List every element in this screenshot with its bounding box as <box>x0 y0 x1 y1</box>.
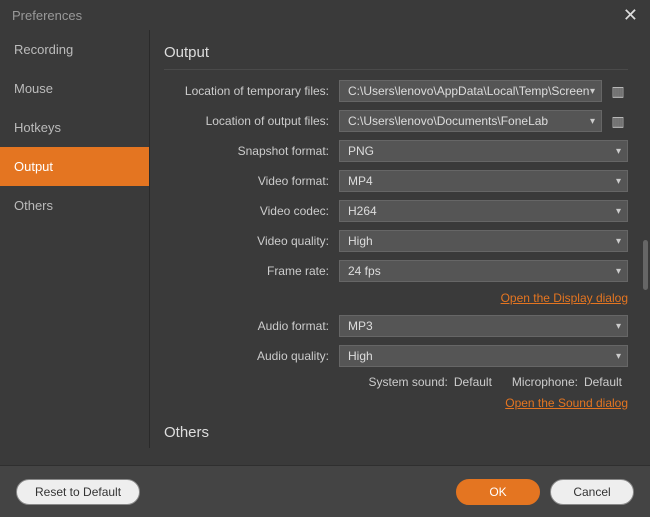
content-pane: Output Location of temporary files: C:\U… <box>150 30 650 448</box>
sidebar-item-recording[interactable]: Recording <box>0 30 149 69</box>
sidebar-item-others[interactable]: Others <box>0 186 149 225</box>
sidebar-item-label: Mouse <box>14 81 53 96</box>
scrollbar[interactable] <box>643 240 648 290</box>
label-audio-format: Audio format: <box>164 319 339 333</box>
sidebar-item-output[interactable]: Output <box>0 147 149 186</box>
sidebar: Recording Mouse Hotkeys Output Others <box>0 30 150 448</box>
snapshot-format-select[interactable]: PNG▾ <box>339 140 628 162</box>
sidebar-item-label: Others <box>14 198 53 213</box>
reset-button[interactable]: Reset to Default <box>16 479 140 505</box>
chevron-down-icon: ▾ <box>616 351 621 362</box>
sidebar-item-label: Output <box>14 159 53 174</box>
open-display-dialog-link[interactable]: Open the Display dialog <box>501 291 628 305</box>
folder-icon[interactable]: ▥ <box>608 112 628 130</box>
sidebar-item-label: Hotkeys <box>14 120 61 135</box>
close-icon[interactable]: ✕ <box>623 5 638 26</box>
label-video-format: Video format: <box>164 174 339 188</box>
open-sound-dialog-link[interactable]: Open the Sound dialog <box>505 396 628 410</box>
video-format-select[interactable]: MP4▾ <box>339 170 628 192</box>
system-sound-value: Default <box>454 375 492 389</box>
chevron-down-icon: ▾ <box>616 321 621 332</box>
footer: Reset to Default OK Cancel <box>0 465 650 517</box>
section-title-output: Output <box>164 44 628 70</box>
chevron-down-icon: ▾ <box>590 86 595 97</box>
label-frame-rate: Frame rate: <box>164 264 339 278</box>
chevron-down-icon: ▾ <box>590 116 595 127</box>
chevron-down-icon: ▾ <box>616 176 621 187</box>
label-video-codec: Video codec: <box>164 204 339 218</box>
chevron-down-icon: ▾ <box>616 146 621 157</box>
frame-rate-select[interactable]: 24 fps▾ <box>339 260 628 282</box>
sidebar-item-hotkeys[interactable]: Hotkeys <box>0 108 149 147</box>
titlebar: Preferences ✕ <box>0 0 650 30</box>
chevron-down-icon: ▾ <box>616 266 621 277</box>
video-quality-select[interactable]: High▾ <box>339 230 628 252</box>
microphone-value: Default <box>584 375 622 389</box>
folder-icon[interactable]: ▥ <box>608 82 628 100</box>
cancel-button[interactable]: Cancel <box>550 479 634 505</box>
audio-quality-select[interactable]: High▾ <box>339 345 628 367</box>
label-video-quality: Video quality: <box>164 234 339 248</box>
audio-format-select[interactable]: MP3▾ <box>339 315 628 337</box>
label-snapshot-format: Snapshot format: <box>164 144 339 158</box>
sidebar-item-label: Recording <box>14 42 73 57</box>
label-output-location: Location of output files: <box>164 114 339 128</box>
ok-button[interactable]: OK <box>456 479 540 505</box>
system-sound-label: System sound: <box>369 375 448 389</box>
chevron-down-icon: ▾ <box>616 206 621 217</box>
microphone-label: Microphone: <box>512 375 578 389</box>
window-title: Preferences <box>12 8 82 23</box>
temp-location-select[interactable]: C:\Users\lenovo\AppData\Local\Temp\Scree… <box>339 80 602 102</box>
output-location-select[interactable]: C:\Users\lenovo\Documents\FoneLab▾ <box>339 110 602 132</box>
label-audio-quality: Audio quality: <box>164 349 339 363</box>
video-codec-select[interactable]: H264▾ <box>339 200 628 222</box>
audio-info-row: System sound: Default Microphone: Default <box>164 375 628 389</box>
label-temp-location: Location of temporary files: <box>164 84 339 98</box>
sidebar-item-mouse[interactable]: Mouse <box>0 69 149 108</box>
chevron-down-icon: ▾ <box>616 236 621 247</box>
section-title-others: Others <box>164 424 628 448</box>
